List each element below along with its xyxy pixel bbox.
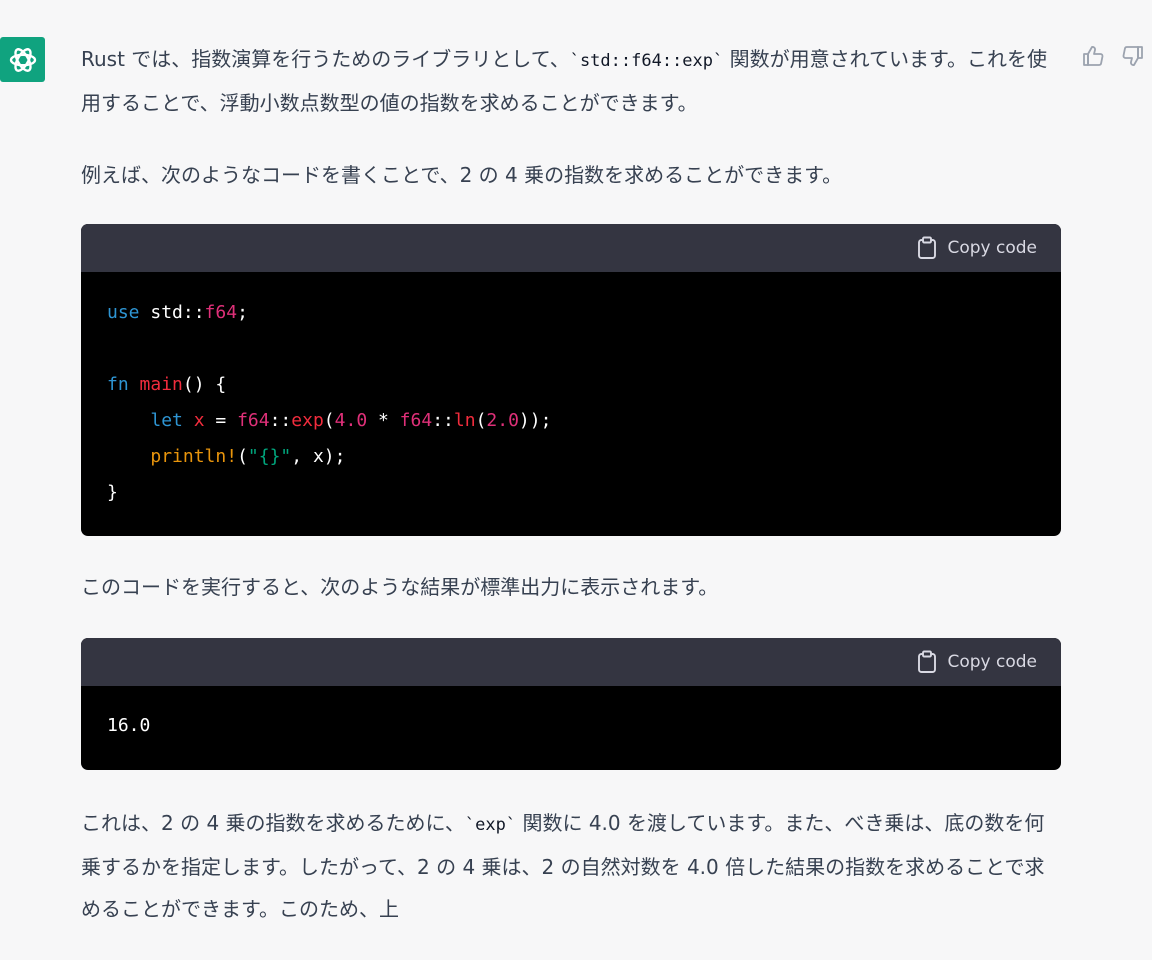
code-token: f64 — [237, 410, 270, 431]
clipboard-icon — [918, 650, 937, 673]
paragraph-intro: Rust では、指数演算を行うためのライブラリとして、`std::f64::ex… — [81, 38, 1061, 124]
code-token: } — [107, 482, 118, 503]
thumbs-down-icon — [1122, 46, 1143, 66]
paragraph-text: これは、2 の 4 乗の指数を求めるために、 — [81, 811, 465, 835]
code-line: println!("{}", x); — [107, 439, 1061, 475]
code-line-blank: ​ — [107, 331, 1061, 367]
code-token: exp — [291, 410, 324, 431]
paragraph-explanation: これは、2 の 4 乗の指数を求めるために、`exp` 関数に 4.0 を渡して… — [81, 802, 1061, 930]
code-token: use — [107, 302, 140, 323]
code-token: fn — [107, 374, 129, 395]
code-block-rust: Copy code use std::f64;​fn main() { let … — [81, 224, 1061, 536]
code-token: ; — [237, 302, 248, 323]
feedback-buttons — [1078, 42, 1148, 70]
copy-code-button[interactable]: Copy code — [917, 650, 1037, 674]
code-line: use std::f64; — [107, 295, 1061, 331]
copy-code-button[interactable]: Copy code — [917, 236, 1037, 260]
code-token: ln — [453, 410, 476, 431]
thumbs-up-button[interactable] — [1078, 42, 1108, 70]
code-token: , x); — [291, 446, 346, 467]
code-token: ( — [323, 410, 335, 431]
thumbs-down-button[interactable] — [1118, 42, 1148, 70]
code-token: () { — [182, 374, 227, 395]
code-token: :: — [269, 410, 292, 431]
code-token: ( — [237, 446, 248, 467]
code-token: std:: — [139, 302, 205, 323]
code-body: use std::f64;​fn main() { let x = f64::e… — [81, 272, 1061, 511]
thumbs-up-icon — [1083, 46, 1104, 66]
code-token: x — [193, 410, 205, 431]
code-token: 4.0 — [334, 410, 368, 431]
code-token: 2.0 — [486, 410, 519, 431]
code-token: * — [367, 410, 400, 431]
code-token: :: — [432, 410, 454, 431]
copy-code-label: Copy code — [947, 238, 1037, 258]
code-token: "{}" — [247, 446, 292, 467]
code-line: fn main() { — [107, 367, 1061, 403]
code-token: f64 — [204, 302, 238, 323]
code-block-output: Copy code 16.0 — [81, 638, 1061, 770]
code-line: 16.0 — [107, 715, 151, 736]
code-block-header: Copy code — [81, 638, 1061, 686]
code-token: let — [150, 410, 183, 431]
code-token: f64 — [399, 410, 433, 431]
copy-code-label: Copy code — [947, 652, 1037, 672]
code-token: main — [139, 374, 183, 395]
code-token: ( — [475, 410, 487, 431]
openai-logo-icon — [9, 47, 36, 72]
inline-code-exp: `exp` — [464, 815, 517, 835]
assistant-message: Rust では、指数演算を行うためのライブラリとして、`std::f64::ex… — [81, 38, 1061, 930]
code-block-header: Copy code — [81, 224, 1061, 272]
code-line: let x = f64::exp(4.0 * f64::ln(2.0)); — [107, 403, 1061, 439]
assistant-avatar — [0, 37, 45, 82]
code-line: } — [107, 475, 1061, 511]
code-token: )); — [518, 410, 552, 431]
inline-code-std-f64-exp: `std::f64::exp` — [569, 51, 724, 71]
paragraph-result: このコードを実行すると、次のような結果が標準出力に表示されます。 — [81, 575, 719, 599]
paragraph-text: Rust では、指数演算を行うためのライブラリとして、 — [81, 47, 570, 71]
paragraph-example: 例えば、次のようなコードを書くことで、2 の 4 乗の指数を求めることができます… — [81, 163, 843, 187]
code-token: = — [204, 410, 238, 431]
code-token: println! — [150, 446, 238, 467]
clipboard-icon — [918, 236, 937, 259]
code-output: 16.0 — [81, 686, 1061, 744]
